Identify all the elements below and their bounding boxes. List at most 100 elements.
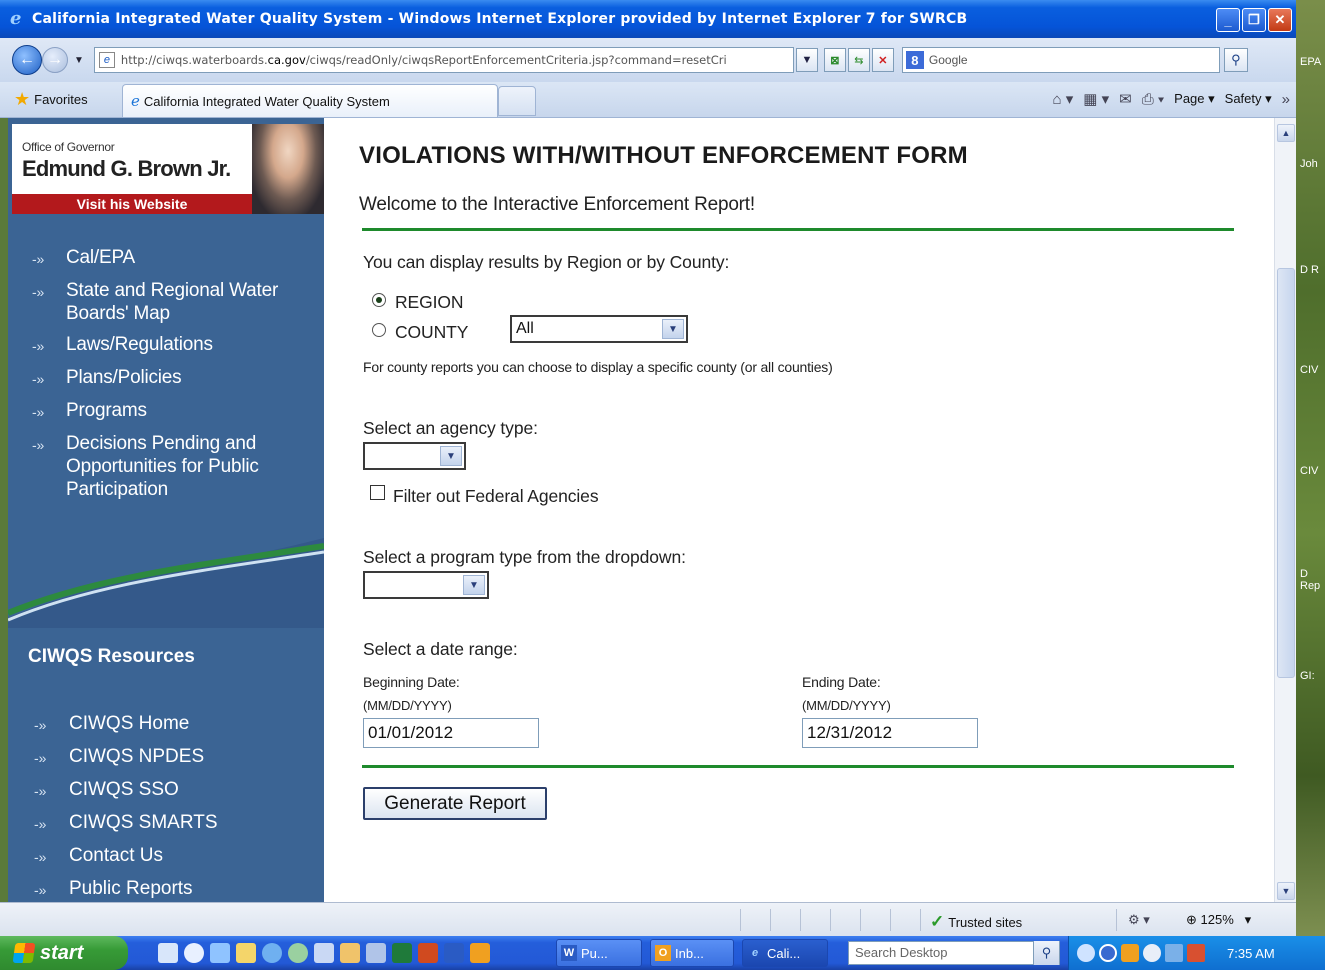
restore-button[interactable]: ❐ (1242, 8, 1266, 32)
minimize-button[interactable]: _ (1216, 8, 1240, 32)
desktop-icon-label[interactable]: EPA (1300, 56, 1321, 68)
network-icon[interactable] (1165, 944, 1183, 962)
feeds-icon[interactable]: ▦ ▾ (1083, 90, 1109, 108)
scroll-down-icon[interactable]: ▼ (1277, 882, 1295, 900)
quicklaunch-icon[interactable] (158, 943, 178, 963)
resource-item-home[interactable]: -» CIWQS Home (34, 712, 218, 737)
star-icon: ★ (14, 89, 31, 109)
mail-icon[interactable]: ✉ (1119, 90, 1132, 108)
begin-date-input[interactable]: 01/01/2012 (363, 718, 539, 748)
ie-quicklaunch-icon[interactable] (210, 943, 230, 963)
search-tray-icon[interactable] (1143, 944, 1161, 962)
word-icon: W (561, 945, 577, 961)
resource-item-sso[interactable]: -» CIWQS SSO (34, 778, 218, 803)
agency-select[interactable]: ▼ (363, 442, 466, 470)
desktop-icon-label[interactable]: CIV (1300, 465, 1318, 477)
favorites-button[interactable]: ★ Favorites (14, 89, 88, 110)
folder-icon[interactable] (236, 943, 256, 963)
quicklaunch-icon[interactable] (262, 943, 282, 963)
resource-item-contact[interactable]: -» Contact Us (34, 844, 218, 869)
address-dropdown-icon[interactable]: ▼ (795, 48, 818, 72)
chevron-right-icon[interactable]: » (1282, 91, 1290, 108)
window-title-bar[interactable]: e California Integrated Water Quality Sy… (0, 0, 1296, 38)
close-button[interactable]: ✕ (1268, 8, 1292, 32)
stop-icon[interactable]: ✕ (871, 48, 894, 72)
agency-label: Select an agency type: (363, 418, 538, 438)
resource-item-public-reports[interactable]: -» Public Reports (34, 877, 218, 902)
enforcement-form: VIOLATIONS WITH/WITHOUT ENFORCEMENT FORM… (324, 118, 1274, 902)
tray-icon[interactable] (1099, 944, 1117, 962)
new-tab-button[interactable] (498, 86, 536, 116)
print-icon[interactable]: ⎙ ▾ (1142, 91, 1164, 108)
excel-icon[interactable] (392, 943, 412, 963)
quicklaunch-icon[interactable] (314, 943, 334, 963)
county-select-value: All (516, 320, 534, 337)
back-button[interactable]: ← (12, 45, 42, 75)
filter-federal-checkbox[interactable] (370, 485, 385, 500)
search-icon[interactable]: ⚲ (1223, 48, 1248, 72)
desktop-search-input[interactable]: Search Desktop ⚲ (848, 941, 1060, 965)
desktop-icon-label[interactable]: D Rep (1300, 568, 1325, 592)
protected-mode-icon[interactable]: ⚙ ▾ (1128, 912, 1150, 928)
desktop-icon-label[interactable]: GI: (1300, 670, 1315, 682)
resource-item-npdes[interactable]: -» CIWQS NPDES (34, 745, 218, 770)
tray-expand-icon[interactable] (1077, 944, 1095, 962)
favorites-label: Favorites (34, 92, 88, 107)
quicklaunch-icon[interactable] (288, 943, 308, 963)
sidebar-item-plans[interactable]: -» Plans/Policies (32, 366, 322, 391)
governor-banner[interactable]: Office of Governor Edmund G. Brown Jr. V… (12, 124, 324, 214)
sidebar-item-calepa[interactable]: -» Cal/EPA (32, 246, 322, 271)
scrollbar-thumb[interactable] (1277, 268, 1295, 678)
clock[interactable]: 7:35 AM (1227, 946, 1275, 961)
resources-title: CIWQS Resources (28, 646, 195, 667)
taskbar-item-word[interactable]: W Pu... (556, 939, 642, 967)
forward-button[interactable]: → (42, 47, 68, 73)
left-sidebar: Office of Governor Edmund G. Brown Jr. V… (8, 118, 324, 902)
quicklaunch-icon[interactable] (366, 943, 386, 963)
end-date-input[interactable]: 12/31/2012 (802, 718, 978, 748)
region-radio[interactable] (372, 293, 386, 307)
home-icon[interactable]: ⌂ ▾ (1052, 90, 1073, 108)
sidebar-item-boards-map[interactable]: -» State and Regional Water Boards' Map (32, 279, 322, 325)
county-radio[interactable] (372, 323, 386, 337)
outlook-icon[interactable] (470, 943, 490, 963)
outlook-icon: O (655, 945, 671, 961)
quicklaunch-icon[interactable] (184, 943, 204, 963)
desktop-icon-label[interactable]: Joh (1300, 158, 1318, 170)
generate-report-button[interactable]: Generate Report (363, 787, 547, 820)
sidebar-item-programs[interactable]: -» Programs (32, 399, 322, 424)
sidebar-item-laws[interactable]: -» Laws/Regulations (32, 333, 322, 358)
compatibility-icon[interactable]: ⊠ (823, 48, 846, 72)
quicklaunch-icon[interactable] (340, 943, 360, 963)
search-box[interactable]: 8 Google (901, 47, 1220, 73)
desktop-icon-label[interactable]: CIV (1300, 364, 1318, 376)
search-placeholder: Google (928, 53, 968, 67)
word-icon[interactable] (444, 943, 464, 963)
county-select[interactable]: All ▼ (510, 315, 688, 343)
zoom-control[interactable]: ⊕ 125% ▾ (1186, 912, 1251, 928)
taskbar-item-outlook[interactable]: O Inb... (650, 939, 734, 967)
tray-icon[interactable] (1187, 944, 1205, 962)
window-controls: _ ❐ ✕ (1216, 8, 1292, 32)
resource-item-smarts[interactable]: -» CIWQS SMARTS (34, 811, 218, 836)
chevron-down-icon: ▼ (463, 575, 485, 595)
security-zone[interactable]: ✓ Trusted sites (930, 912, 1022, 932)
start-button[interactable]: start (0, 936, 128, 970)
refresh-icon[interactable]: ⇆ (847, 48, 870, 72)
program-select[interactable]: ▼ (363, 571, 489, 599)
powerpoint-icon[interactable] (418, 943, 438, 963)
arrow-icon: -» (34, 849, 47, 865)
sidebar-item-decisions[interactable]: -» Decisions Pending and Opportunities fo… (32, 432, 322, 501)
outlook-tray-icon[interactable] (1121, 944, 1139, 962)
page-menu[interactable]: Page ▾ (1174, 91, 1215, 107)
search-icon[interactable]: ⚲ (1033, 941, 1059, 965)
tab-current[interactable]: e California Integrated Water Quality Sy… (122, 84, 498, 117)
vertical-scrollbar[interactable]: ▲ ▼ (1274, 118, 1296, 902)
desktop-icon-label[interactable]: D R (1300, 264, 1319, 276)
visit-website-link[interactable]: Visit his Website (12, 194, 252, 214)
scroll-up-icon[interactable]: ▲ (1277, 124, 1295, 142)
taskbar-item-ie[interactable]: e Cali... (742, 939, 828, 967)
history-dropdown-icon[interactable]: ▼ (74, 55, 84, 66)
address-bar[interactable]: e http://ciwqs.waterboards.ca.gov/ciwqs/… (93, 47, 794, 73)
safety-menu[interactable]: Safety ▾ (1225, 91, 1272, 107)
